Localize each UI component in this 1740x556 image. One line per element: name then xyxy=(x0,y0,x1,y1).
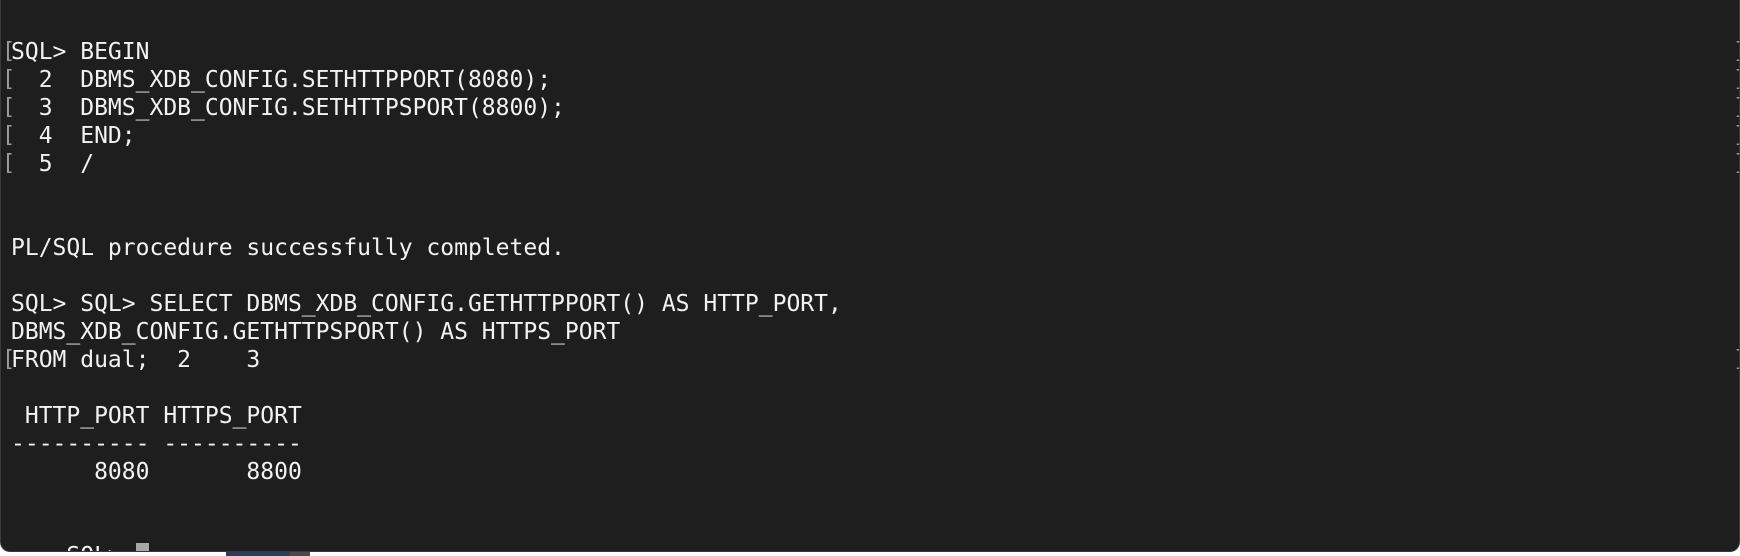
terminal-line: [SQL> BEGIN] xyxy=(2,38,1739,66)
terminal-line-text: SQL> BEGIN xyxy=(11,39,150,65)
line-mark-right: ] xyxy=(1733,150,1739,178)
terminal-line-text: 3 DBMS_XDB_CONFIG.SETHTTPSPORT(8800); xyxy=(11,95,565,121)
terminal-line: [ 3 DBMS_XDB_CONFIG.SETHTTPSPORT(8800);] xyxy=(2,94,1739,122)
terminal-line: 8080 8800 xyxy=(11,458,1731,486)
terminal-line-text: ---------- ---------- xyxy=(11,431,302,457)
line-mark-left: [ xyxy=(2,39,16,64)
terminal-line: PL/SQL procedure successfully completed. xyxy=(11,234,1731,262)
line-mark-left: [ xyxy=(2,95,16,120)
terminal-line: HTTP_PORT HTTPS_PORT xyxy=(11,402,1731,430)
line-mark-left: [ xyxy=(2,347,16,372)
terminal-line: [ 5 /] xyxy=(2,150,1739,178)
terminal-line: ---------- ---------- xyxy=(11,430,1731,458)
prompt-line[interactable]: SQL> xyxy=(11,514,149,551)
text-cursor xyxy=(135,543,149,551)
terminal-line: [ 2 DBMS_XDB_CONFIG.SETHTTPPORT(8080);] xyxy=(2,66,1739,94)
terminal-line-text: 2 DBMS_XDB_CONFIG.SETHTTPPORT(8080); xyxy=(11,67,552,93)
terminal-line-text: FROM dual; 2 3 xyxy=(11,347,261,373)
background-window-peek-edge xyxy=(290,552,310,556)
line-mark-left: [ xyxy=(2,151,16,176)
terminal-line-text: DBMS_XDB_CONFIG.GETHTTPSPORT() AS HTTPS_… xyxy=(11,319,621,345)
line-mark-left: [ xyxy=(2,67,16,92)
terminal-line: SQL> SQL> SELECT DBMS_XDB_CONFIG.GETHTTP… xyxy=(11,290,1731,318)
line-mark-right: ] xyxy=(1733,122,1739,150)
line-mark-right: ] xyxy=(1733,94,1739,122)
terminal-line: [ 4 END;] xyxy=(2,122,1739,150)
line-mark-left: [ xyxy=(2,123,16,148)
terminal-line-text: PL/SQL procedure successfully completed. xyxy=(11,235,565,261)
line-mark-right: ] xyxy=(1733,38,1739,66)
line-mark-right: ] xyxy=(1733,66,1739,94)
line-mark-right: ] xyxy=(1733,346,1739,374)
prompt-text: SQL> xyxy=(66,543,135,551)
terminal-line-text: HTTP_PORT HTTPS_PORT xyxy=(11,403,302,429)
terminal-window[interactable]: [SQL> BEGIN][ 2 DBMS_XDB_CONFIG.SETHTTPP… xyxy=(0,0,1740,552)
terminal-line-text: 8080 8800 xyxy=(11,459,302,485)
terminal-line-text: 4 END; xyxy=(11,123,136,149)
terminal-line-text: SQL> SQL> SELECT DBMS_XDB_CONFIG.GETHTTP… xyxy=(11,291,842,317)
terminal-line-text: 5 / xyxy=(11,151,95,177)
terminal-line: [FROM dual; 2 3] xyxy=(2,346,1739,374)
terminal-screen[interactable]: [SQL> BEGIN][ 2 DBMS_XDB_CONFIG.SETHTTPP… xyxy=(2,38,1739,514)
terminal-line: DBMS_XDB_CONFIG.GETHTTPSPORT() AS HTTPS_… xyxy=(11,318,1731,346)
